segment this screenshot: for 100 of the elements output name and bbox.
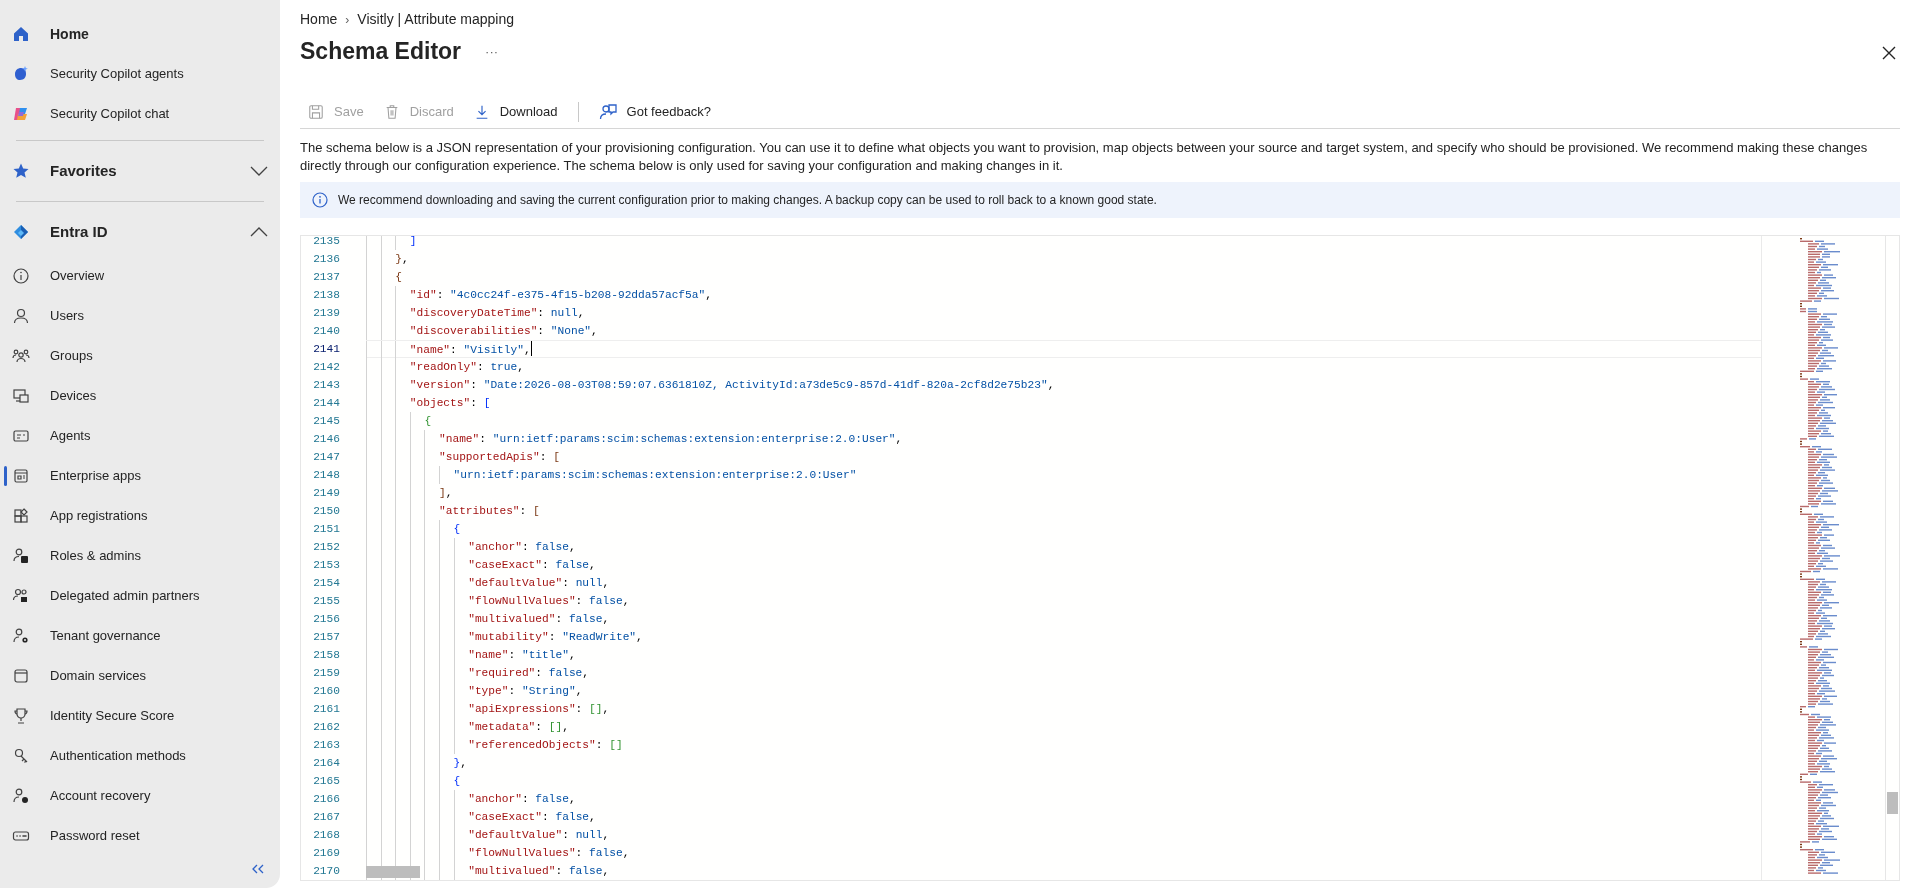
nav-item[interactable]: Agents <box>0 416 280 456</box>
nav-item[interactable]: Password reset <box>0 816 280 856</box>
line-number: 2167 <box>312 810 341 825</box>
line-number: 2148 <box>312 468 341 483</box>
diamond-icon <box>12 223 30 241</box>
code-line: "urn:ietf:params:scim:schemas:extension:enterprise:2.0:User" <box>453 468 857 483</box>
save-icon <box>308 103 324 120</box>
code-line: "discoverabilities": "None", <box>409 324 598 339</box>
nav-item[interactable]: Roles & admins <box>0 536 280 576</box>
code-line: }, <box>395 252 409 267</box>
scrollbar-thumb[interactable] <box>366 866 420 878</box>
info-icon <box>312 192 328 208</box>
nav-item[interactable]: Groups <box>0 336 280 376</box>
nav-item[interactable]: Users <box>0 296 280 336</box>
code-line: "anchor": false, <box>468 792 576 807</box>
code-line: "referencedObjects": [] <box>468 738 623 753</box>
code-line: "caseExact": false, <box>468 558 596 573</box>
toolbar-button[interactable]: Got feedback? <box>590 97 720 126</box>
info-icon <box>12 267 30 285</box>
code-line: { <box>424 414 432 429</box>
code-line: "defaultValue": null, <box>468 828 610 843</box>
line-number: 2141 <box>312 342 341 357</box>
nav-item[interactable]: Account recovery <box>0 776 280 816</box>
sparkle-icon <box>12 65 30 83</box>
more-button[interactable]: ··· <box>479 41 505 63</box>
app-window-icon <box>12 467 30 485</box>
code-line: "version": "Date:2026-08-03T08:59:07.6361810Z, ActivityId:a73de5c9-857d-41df-820a-2cf8d2e75b23", <box>409 378 1055 393</box>
line-number: 2155 <box>312 594 341 609</box>
page-title: Schema Editor <box>300 38 462 66</box>
code-line: "flowNullValues": false, <box>468 846 630 861</box>
line-number: 2156 <box>312 612 341 627</box>
code-line: "objects": [ <box>409 396 491 411</box>
nav-item[interactable]: Security Copilot chat <box>0 94 280 134</box>
breadcrumb-link[interactable]: Home <box>300 9 338 30</box>
code-line: "flowNullValues": false, <box>468 594 630 609</box>
close-icon <box>1882 45 1896 60</box>
devices-icon <box>12 387 30 405</box>
code-line: "required": false, <box>468 666 590 681</box>
breadcrumb-link[interactable]: Visitly | Attribute mapping <box>357 9 515 30</box>
person-gear-icon <box>12 627 30 645</box>
logo-icon <box>12 105 30 123</box>
code-line: "metadata": [], <box>468 720 569 735</box>
line-number: 2135 <box>312 236 341 249</box>
code-line: "discoveryDateTime": null, <box>409 306 585 321</box>
line-number: 2143 <box>312 378 341 393</box>
code-line: "attributes": [ <box>439 504 540 519</box>
group-header[interactable]: Entra ID <box>0 208 280 256</box>
feedback-icon <box>598 102 617 121</box>
code-line: { <box>453 774 461 789</box>
code-editor[interactable] <box>300 235 1900 881</box>
grid-icon <box>12 507 30 525</box>
nav-item[interactable]: Home <box>0 14 280 54</box>
double-chevron-icon <box>252 864 264 875</box>
code-line: "name": "Visitly", <box>409 343 531 357</box>
line-number: 2168 <box>312 828 341 843</box>
line-number: 2137 <box>312 270 341 285</box>
line-number: 2144 <box>312 396 341 411</box>
line-number: 2162 <box>312 720 341 735</box>
chevron-down-icon <box>250 166 268 176</box>
nav-item[interactable]: App registrations <box>0 496 280 536</box>
nav-item[interactable]: Enterprise apps <box>0 456 280 496</box>
person-icon <box>12 307 30 325</box>
nav-item[interactable]: Tenant governance <box>0 616 280 656</box>
code-line: { <box>453 522 461 537</box>
nav-item[interactable]: Domain services <box>0 656 280 696</box>
id-card-icon <box>12 427 30 445</box>
code-line: }, <box>453 756 468 771</box>
line-number: 2142 <box>312 360 341 375</box>
code-line: "name": "title", <box>468 648 576 663</box>
code-line: { <box>395 270 402 285</box>
text-cursor <box>530 341 532 356</box>
line-number: 2170 <box>312 864 341 879</box>
star-icon <box>12 162 30 180</box>
nav-item[interactable]: Security Copilot agents <box>0 54 280 94</box>
group-header[interactable]: Favorites <box>0 147 280 195</box>
people-icon <box>12 587 30 605</box>
line-number: 2164 <box>312 756 341 771</box>
nav-item[interactable]: Authentication methods <box>0 736 280 776</box>
line-number: 2147 <box>312 450 341 465</box>
line-number: 2153 <box>312 558 341 573</box>
line-number: 2138 <box>312 288 341 303</box>
nav-item[interactable]: Overview <box>0 256 280 296</box>
person-badge-icon <box>12 547 30 565</box>
toolbar-button[interactable]: Download <box>465 97 566 126</box>
scrollbar-thumb[interactable] <box>1887 792 1898 814</box>
code-line: ], <box>439 486 453 501</box>
line-number: 2163 <box>312 738 341 753</box>
nav-item[interactable]: Delegated admin partners <box>0 576 280 616</box>
key-icon <box>12 747 30 765</box>
code-line: "multivalued": false, <box>468 612 610 627</box>
nav-item[interactable]: Identity Secure Score <box>0 696 280 736</box>
nav-item[interactable]: Devices <box>0 376 280 416</box>
line-number: 2154 <box>312 576 341 591</box>
line-number: 2165 <box>312 774 341 789</box>
person-lock-icon <box>12 787 30 805</box>
line-number: 2145 <box>312 414 341 429</box>
code-line: "supportedApis": [ <box>439 450 560 465</box>
code-line: "readOnly": true, <box>409 360 524 375</box>
line-number: 2169 <box>312 846 341 861</box>
line-number: 2161 <box>312 702 341 717</box>
